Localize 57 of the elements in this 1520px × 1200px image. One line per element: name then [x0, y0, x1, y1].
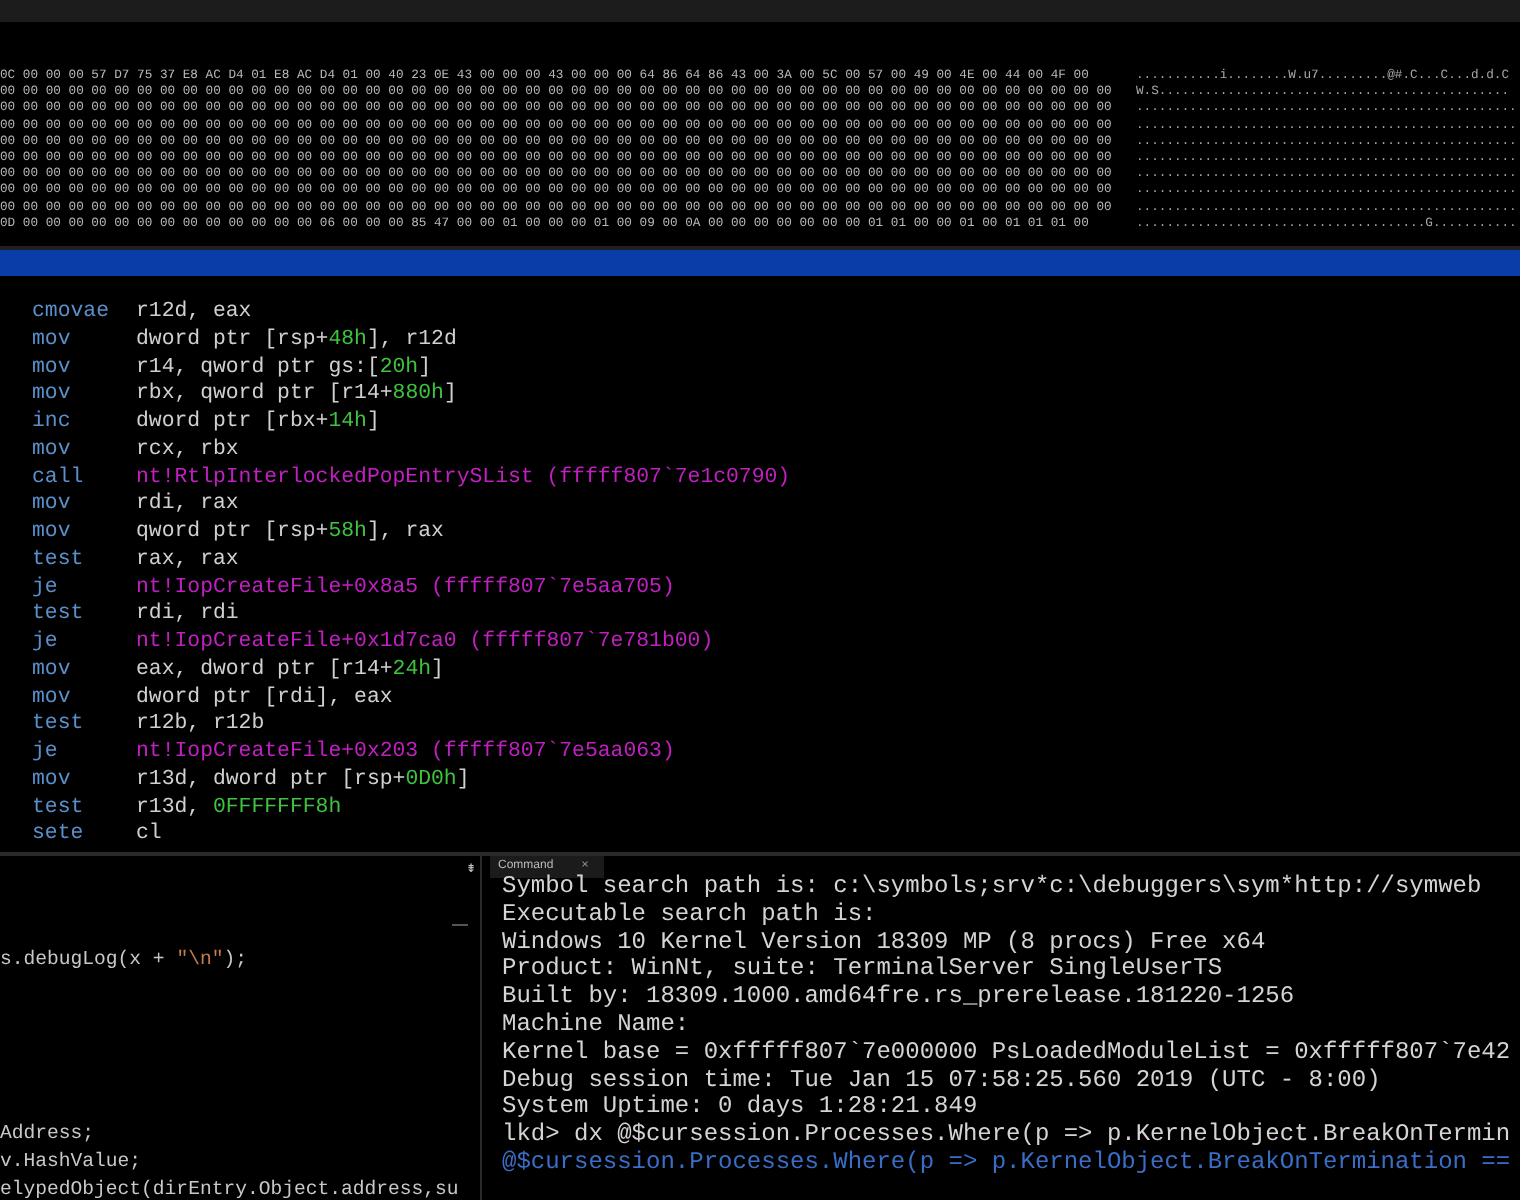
operands: r13d, dword ptr [rsp+0D0h] — [136, 767, 470, 795]
operands: eax, dword ptr [r14+24h] — [136, 657, 444, 685]
output-line: Windows 10 Kernel Version 18309 MP (8 procs) Free x64 — [502, 929, 1268, 956]
operands: qword ptr [rsp+58h], rax — [136, 520, 444, 548]
scrollbar-thumb[interactable] — [452, 924, 468, 926]
operands: rdi, rdi — [136, 602, 239, 630]
output-line: lkd> dx @$cursession.Processes.Where(p => p.KernelObject.BreakOnTermin — [502, 1122, 1513, 1150]
operands: dword ptr [rdi], eax — [136, 685, 393, 712]
mnemonic: test — [30, 602, 86, 630]
mnemonic: cmovae — [30, 300, 111, 328]
output-line: Product: WinNt, suite: TerminalServer SingleUserTS — [502, 956, 1225, 984]
operands: rax, rax — [136, 547, 239, 575]
command-link[interactable]: @$cursession.Processes.Where(p => p.KernelObject.BreakOnTermination == — [502, 1149, 1520, 1178]
operands: r13d, 0FFFFFFF8h — [136, 795, 342, 822]
mnemonic: mov — [30, 382, 73, 410]
operands: nt!IopCreateFile+0x8a5 (fffff807`7e5aa705) — [136, 575, 675, 602]
mnemonic: mov — [30, 492, 73, 520]
code-line: Address; — [0, 1120, 97, 1148]
operands: r14, qword ptr gs:[20h] — [136, 355, 432, 382]
mnemonic: test — [30, 547, 86, 575]
operands: nt!RtlpInterlockedPopEntrySList (fffff807`7e1c0790) — [136, 465, 791, 492]
operands: rbx, qword ptr [r14+880h] — [136, 382, 457, 410]
mnemonic: je — [30, 740, 60, 768]
mnemonic: mov — [30, 520, 73, 548]
operands: nt!IopCreateFile+0x203 (fffff807`7e5aa063) — [136, 740, 675, 768]
mnemonic: mov — [30, 685, 73, 713]
output-line: Executable search path is: — [502, 901, 879, 930]
code-line: s.debugLog(x + "\n"); — [0, 946, 249, 974]
operands: nt!IopCreateFile+0x1d7ca0 (fffff807`7e781b00) — [136, 630, 714, 658]
operands: r12d, eax — [136, 300, 252, 328]
mnemonic: test — [30, 712, 86, 740]
output-line: System Uptime: 0 days 1:28:21.849 — [502, 1094, 980, 1122]
output-line: Machine Name: — [502, 1011, 692, 1040]
mnemonic: test — [30, 795, 86, 823]
mnemonic: mov — [30, 657, 73, 685]
code-line: v.HashValue; — [0, 1148, 144, 1176]
output-line: Kernel base = 0xfffff807`7e000000 PsLoadedModuleList = 0xfffff807`7e42 — [502, 1039, 1513, 1068]
code-line: elypedObject(dirEntry.Object.address,su — [0, 1176, 461, 1200]
mnemonic: je — [30, 575, 60, 603]
mnemonic: mov — [30, 767, 73, 795]
mnemonic: mov — [30, 327, 73, 355]
mnemonic: sete — [30, 822, 86, 850]
output-line: Built by: 18309.1000.amd64fre.rs_prerelease.181220-1256 — [502, 984, 1297, 1012]
operands: dword ptr [rbx+14h] — [136, 410, 380, 438]
mnemonic: je — [30, 630, 60, 658]
operands: rcx, rbx — [136, 437, 239, 465]
mnemonic: call — [30, 465, 86, 493]
output-line: Symbol search path is: c:\symbols;srv*c:\debuggers\sym*http://symweb — [502, 874, 1484, 902]
operands: r12b, r12b — [136, 712, 265, 740]
operands: rdi, rax — [136, 492, 239, 520]
pin-icon[interactable]: ⇟ — [466, 860, 476, 880]
operands: cl — [136, 822, 162, 850]
operands: dword ptr [rsp+48h], r12d — [136, 327, 457, 355]
output-line: Debug session time: Tue Jan 15 07:58:25.560 2019 (UTC - 8:00) — [502, 1067, 1383, 1094]
mnemonic: inc — [30, 410, 73, 438]
mnemonic: mov — [30, 437, 73, 465]
mnemonic: mov — [30, 355, 73, 383]
